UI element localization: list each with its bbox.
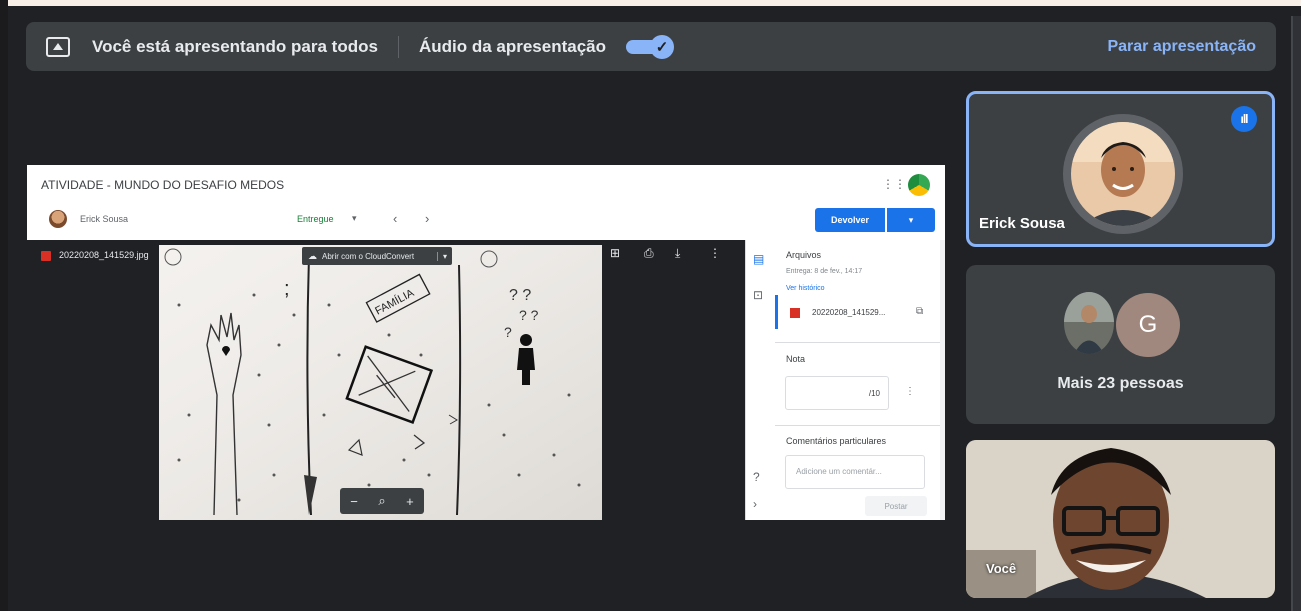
file-icon <box>41 251 51 261</box>
presentation-banner: Você está apresentando para todos Áudio … <box>26 22 1276 71</box>
meet-stage: Você está apresentando para todos Áudio … <box>0 0 1301 611</box>
more-vert-icon[interactable]: ⋮ <box>709 246 721 260</box>
status-badge[interactable]: Entregue <box>297 214 334 224</box>
comment-placeholder: Adicione um comentár... <box>796 467 882 476</box>
zoom-in-icon[interactable]: + <box>406 494 414 509</box>
student-name[interactable]: Erick Sousa <box>80 214 128 224</box>
file-icon <box>790 308 800 318</box>
participant-tile-self[interactable]: Você <box>966 440 1275 598</box>
add-comment-icon[interactable]: ⊞ <box>610 246 620 260</box>
assignment-title: ATIVIDADE - MUNDO DO DESAFIO MEDOS <box>41 178 285 192</box>
attachment-name: 20220208_141529... <box>812 308 886 317</box>
participant-tile-others[interactable]: G Mais 23 pessoas <box>966 265 1275 424</box>
svg-text:? ?: ? ? <box>519 307 539 323</box>
present-to-all-icon <box>46 36 70 57</box>
grade-input[interactable]: /10 <box>785 376 889 410</box>
divider <box>775 425 945 426</box>
participant-avatar <box>1064 292 1114 354</box>
stop-presenting-button[interactable]: Parar apresentação <box>1107 38 1256 56</box>
grade-value: /10 <box>868 389 880 398</box>
chevron-down-icon[interactable]: ▾ <box>352 213 357 224</box>
shared-screen: ATIVIDADE - MUNDO DO DESAFIO MEDOS ⋮⋮⋮ E… <box>27 165 945 520</box>
audio-label: Áudio da apresentação <box>418 36 606 56</box>
zoom-out-icon[interactable]: − <box>350 494 358 509</box>
banner-divider <box>397 35 399 58</box>
check-icon: ✓ <box>650 34 674 59</box>
help-icon[interactable]: ? <box>753 470 760 484</box>
chevron-down-icon[interactable]: ▾ <box>436 251 452 261</box>
avatar: G <box>1116 293 1180 357</box>
attachment-item[interactable]: 20220208_141529... ⧉ <box>775 295 935 329</box>
chevron-right-icon[interactable]: › <box>753 497 757 511</box>
svg-text:? ?: ? ? <box>509 287 531 304</box>
svg-text:;: ; <box>284 278 290 300</box>
chevron-left-icon[interactable]: ‹ <box>393 211 397 226</box>
participant-tile-presenter[interactable]: ıll Erick Sousa <box>966 91 1275 247</box>
open-with-label: Abrir com o CloudConvert <box>322 251 415 261</box>
open-with-button[interactable]: ☁ Abrir com o CloudConvert ▾ <box>302 247 452 265</box>
print-icon[interactable]: ⎙ <box>644 246 654 261</box>
return-button[interactable]: Devolver <box>815 208 885 232</box>
download-icon[interactable]: ⤓ <box>675 246 680 261</box>
self-label: Você <box>986 561 1017 576</box>
chevron-right-icon[interactable]: › <box>425 211 429 226</box>
divider <box>775 342 945 343</box>
cloud-icon: ☁ <box>308 250 317 261</box>
side-rail: ▤ ⊡ ? › <box>745 240 775 520</box>
panel-scrollbar[interactable] <box>940 240 945 520</box>
comments-title: Comentários particulares <box>786 436 887 446</box>
classroom-header: ATIVIDADE - MUNDO DO DESAFIO MEDOS ⋮⋮⋮ E… <box>27 165 945 240</box>
comment-input[interactable]: Adicione um comentár... <box>785 455 925 489</box>
window-left-edge <box>0 0 8 611</box>
comment-tab-icon[interactable]: ⊡ <box>753 288 763 302</box>
avatar <box>1063 114 1183 234</box>
presenting-text: Você está apresentando para todos <box>92 36 378 56</box>
post-button[interactable]: Postar <box>865 496 927 516</box>
files-tab-icon[interactable]: ▤ <box>753 252 764 266</box>
file-name: 20220208_141529.jpg <box>59 250 149 260</box>
presenter-photo <box>1071 122 1175 226</box>
student-drawing-photo: ; FAMÍLIA ? ? ? ? ? <box>159 245 602 520</box>
history-link[interactable]: Ver histórico <box>786 285 825 292</box>
grade-title: Nota <box>786 354 806 364</box>
file-viewer: 20220208_141529.jpg ; FAMÍLIA ? ? ? ? ? … <box>27 240 745 520</box>
zoom-controls: − ⌕ + <box>340 488 424 514</box>
audio-toggle[interactable]: ✓ <box>626 34 674 59</box>
delivery-time: Entrega: 8 de fev., 14:17 <box>786 268 863 275</box>
speaking-icon: ıll <box>1231 106 1257 132</box>
grading-panel: Arquivos Entrega: 8 de fev., 14:17 Ver h… <box>775 240 945 520</box>
participant-photo <box>1064 292 1114 354</box>
files-section-title: Arquivos <box>786 250 822 260</box>
presenter-name: Erick Sousa <box>979 215 1065 232</box>
window-right-scrollbar[interactable] <box>1291 16 1301 611</box>
student-avatar <box>49 210 67 228</box>
zoom-icon[interactable]: ⌕ <box>378 493 385 509</box>
svg-text:?: ? <box>504 324 512 340</box>
drive-icon[interactable] <box>908 174 930 196</box>
browser-top-edge <box>0 0 1301 6</box>
more-vert-icon[interactable]: ⋮ <box>905 386 915 397</box>
more-people-label: Mais 23 pessoas <box>1057 375 1184 392</box>
return-options-button[interactable]: ▾ <box>887 208 935 232</box>
open-in-new-icon[interactable]: ⧉ <box>916 306 923 317</box>
